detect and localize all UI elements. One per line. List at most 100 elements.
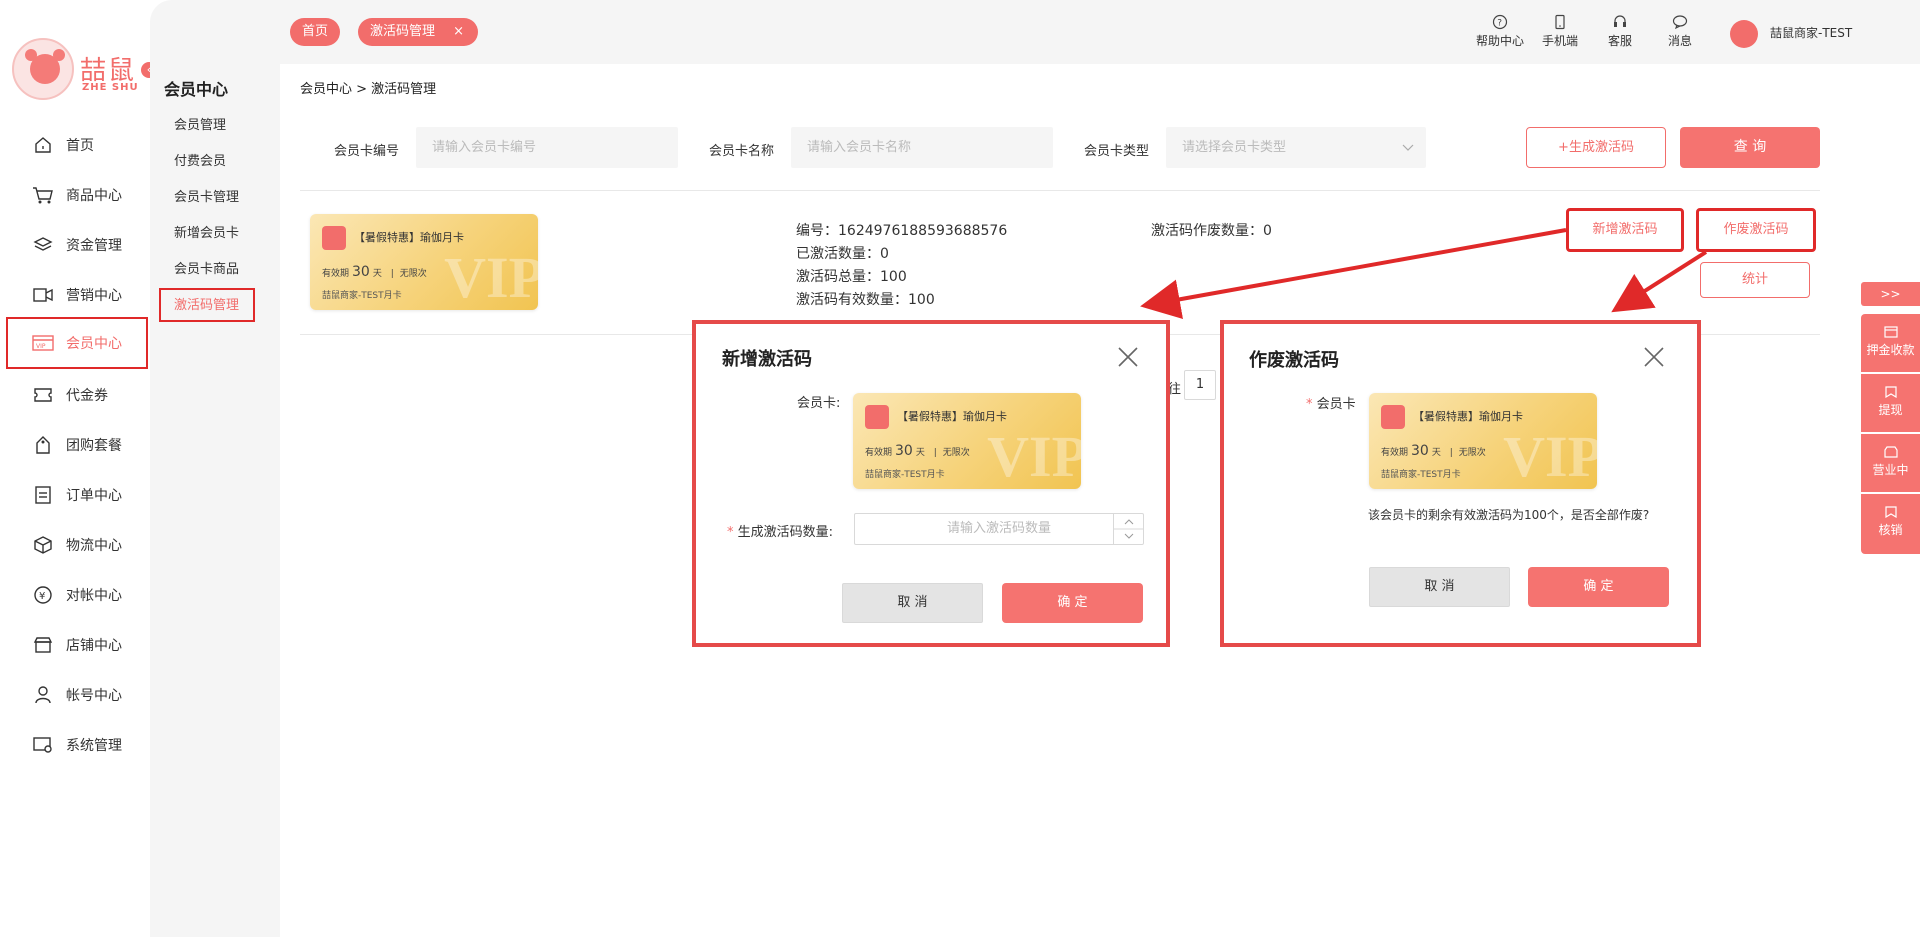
vip-card-name: 【暑假特惠】瑜伽月卡 — [354, 231, 464, 244]
chevron-down-icon — [1402, 144, 1414, 151]
home-icon — [30, 134, 56, 156]
sidebar-item-label: 店铺中心 — [66, 638, 122, 654]
card-icon — [1883, 326, 1898, 338]
user-icon — [30, 684, 56, 706]
yen-circle-icon: ¥ — [30, 584, 56, 606]
add-code-button[interactable]: 新增激活码 — [1566, 208, 1684, 252]
add-cancel-button[interactable]: 取 消 — [842, 583, 983, 623]
validity-separator: | — [933, 448, 937, 458]
float-item-withdraw[interactable]: 提现 — [1861, 374, 1920, 432]
logo-subtitle: ZHE SHU — [82, 82, 139, 93]
sidebar-item-funds[interactable]: 资金管理 — [8, 221, 148, 269]
add-confirm-button[interactable]: 确 定 — [1002, 583, 1143, 623]
vip-card-store: 喆鼠商家-TEST月卡 — [322, 291, 402, 301]
close-icon[interactable] — [1117, 346, 1139, 368]
vip-card-validity: 有效期 30 天 | 无限次 — [322, 264, 427, 280]
sidebar-item-member-center[interactable]: VIP 会员中心 — [6, 317, 148, 369]
sidebar-item-voucher[interactable]: 代金券 — [8, 371, 148, 419]
customer-service-button[interactable]: 客服 — [1590, 14, 1650, 49]
float-panel-toggle[interactable]: >> — [1861, 282, 1920, 306]
float-item-deposit[interactable]: 押金收款 — [1861, 314, 1920, 372]
cart-icon — [30, 184, 56, 206]
float-item-business[interactable]: 营业中 — [1861, 434, 1920, 492]
svg-text:¥: ¥ — [39, 591, 45, 602]
sidebar-item-reconciliation[interactable]: ¥ 对帐中心 — [8, 571, 148, 619]
validity-times: 无限次 — [1458, 448, 1486, 458]
validity-prefix: 有效期 — [1381, 448, 1409, 458]
void-code-button[interactable]: 作废激活码 — [1696, 208, 1816, 252]
sidebar-item-label: 对帐中心 — [66, 588, 122, 604]
page-input[interactable]: 1 — [1184, 370, 1216, 400]
sub-item-card-goods[interactable]: 会员卡商品 — [174, 258, 239, 277]
validity-unit: 天 — [372, 269, 382, 279]
sidebar-item-home[interactable]: 首页 — [8, 121, 148, 169]
valid-count: 激活码有效数量：100 — [796, 292, 935, 308]
void-modal-title: 作废激活码 — [1249, 350, 1339, 371]
generate-code-button[interactable]: +生成激活码 — [1526, 127, 1666, 168]
validity-unit: 天 — [1431, 448, 1441, 458]
box-icon — [30, 534, 56, 556]
sub-item-member-manage[interactable]: 会员管理 — [174, 114, 226, 133]
vip-card-name: 【暑假特惠】瑜伽月卡 — [1413, 410, 1523, 423]
help-center-button[interactable]: ? 帮助中心 — [1470, 14, 1530, 49]
sidebar-item-label: 会员中心 — [66, 336, 122, 352]
sub-item-card-manage[interactable]: 会员卡管理 — [174, 186, 239, 205]
mobile-button[interactable]: 手机端 — [1530, 14, 1590, 49]
sidebar-item-marketing[interactable]: 营销中心 — [8, 271, 148, 319]
sidebar-item-goods[interactable]: 商品中心 — [8, 171, 148, 219]
sidebar-item-account[interactable]: 帐号中心 — [8, 671, 148, 719]
total-count: 激活码总量：100 — [796, 269, 907, 285]
card-type-placeholder: 请选择会员卡类型 — [1182, 140, 1287, 155]
vip-card-store: 喆鼠商家-TEST月卡 — [1381, 470, 1461, 480]
sub-item-new-card[interactable]: 新增会员卡 — [174, 222, 239, 241]
validity-separator: | — [1449, 448, 1453, 458]
sidebar-item-orders[interactable]: 订单中心 — [8, 471, 148, 519]
sidebar-item-label: 营销中心 — [66, 288, 122, 304]
phone-icon — [1555, 14, 1565, 30]
float-item-label: 提现 — [1878, 403, 1903, 417]
tab-home[interactable]: 首页 — [290, 18, 341, 46]
sub-item-activation-codes[interactable]: 激活码管理 — [174, 294, 239, 313]
sidebar-item-label: 商品中心 — [66, 188, 122, 204]
stepper-arrows-icon — [1114, 519, 1144, 539]
tab-close-icon[interactable]: × — [453, 24, 464, 39]
close-icon[interactable] — [1643, 346, 1665, 368]
card-name-input[interactable]: 请输入会员卡名称 — [791, 127, 1053, 168]
void-cancel-button[interactable]: 取 消 — [1369, 567, 1510, 607]
sidebar-item-system[interactable]: 系统管理 — [8, 721, 148, 769]
sidebar-item-label: 系统管理 — [66, 738, 122, 754]
mascot-face-icon — [30, 54, 60, 84]
order-list-icon — [30, 484, 56, 506]
float-item-verify[interactable]: 核销 — [1861, 494, 1920, 554]
validity-prefix: 有效期 — [865, 448, 893, 458]
tab-activation-codes[interactable]: 激活码管理 × — [358, 18, 479, 46]
query-button[interactable]: 查 询 — [1680, 127, 1820, 168]
avatar[interactable] — [1730, 20, 1758, 48]
qty-placeholder: 请输入激活码数量 — [946, 521, 1051, 536]
user-name[interactable]: 喆鼠商家-TEST — [1770, 24, 1852, 41]
sub-item-paid-member[interactable]: 付费会员 — [174, 150, 226, 169]
float-item-label: 押金收款 — [1866, 343, 1915, 357]
vip-card-preview: 【暑假特惠】瑜伽月卡 有效期 30 天 | 无限次 喆鼠商家-TEST月卡 VIP — [1369, 393, 1597, 489]
quantity-stepper[interactable] — [1113, 514, 1144, 544]
stats-button[interactable]: 统计 — [1700, 262, 1810, 298]
void-confirm-button[interactable]: 确 定 — [1528, 567, 1669, 607]
validity-days: 30 — [1411, 443, 1429, 459]
store-icon — [30, 634, 56, 656]
messages-label: 消息 — [1667, 34, 1692, 48]
tab-label: 激活码管理 — [370, 24, 436, 39]
activated-count: 已激活数量：0 — [796, 246, 889, 262]
logo[interactable]: 喆鼠 ZHE SHU — [12, 38, 142, 104]
required-mark: * — [727, 525, 734, 540]
card-type-select[interactable]: 请选择会员卡类型 — [1166, 127, 1426, 168]
sidebar-item-store[interactable]: 店铺中心 — [8, 621, 148, 669]
validity-days: 30 — [352, 264, 370, 280]
void-card-label: * 会员卡 — [1306, 393, 1356, 412]
vip-watermark: VIP — [1503, 424, 1597, 489]
messages-button[interactable]: 消息 — [1650, 14, 1710, 49]
sidebar-item-logistics[interactable]: 物流中心 — [8, 521, 148, 569]
divider — [300, 190, 1820, 191]
card-no-input[interactable]: 请输入会员卡编号 — [416, 127, 678, 168]
qty-input[interactable]: 请输入激活码数量 — [854, 513, 1144, 545]
sidebar-item-group-buy[interactable]: 团购套餐 — [8, 421, 148, 469]
